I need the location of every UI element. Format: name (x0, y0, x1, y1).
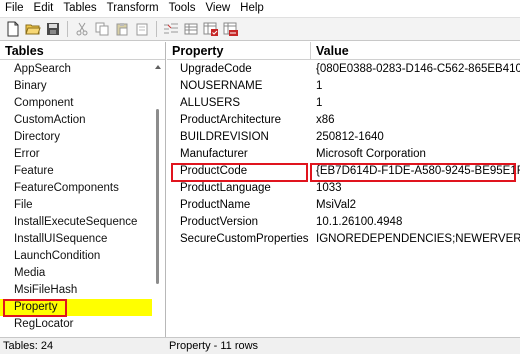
value-cell[interactable]: IGNOREDEPENDENCIES;NEWERVERSIONDETECTED (311, 231, 520, 248)
table-icon[interactable] (181, 20, 201, 38)
column-headers: Property Value (167, 42, 520, 60)
value-cell[interactable]: Microsoft Corporation (311, 146, 520, 163)
tables-scrollbar[interactable] (153, 61, 163, 337)
cut-icon[interactable] (72, 20, 92, 38)
toolbar (0, 17, 520, 41)
tables-list: AppSearch Binary Component CustomAction … (0, 61, 152, 333)
value-cell[interactable]: 250812-1640 (311, 129, 520, 146)
table-row[interactable]: ALLUSERS 1 (167, 95, 520, 112)
list-item[interactable]: Directory (0, 129, 152, 146)
menu-tables[interactable]: Tables (58, 0, 101, 17)
value-cell[interactable]: 1 (311, 78, 520, 95)
value-cell[interactable]: {EB7D614D-F1DE-A580-9245-BE95E1F39CAA} (311, 163, 520, 180)
menu-edit[interactable]: Edit (29, 0, 59, 17)
list-item[interactable]: File (0, 197, 152, 214)
column-header-value[interactable]: Value (311, 42, 520, 60)
scrollbar-thumb[interactable] (156, 109, 159, 284)
menu-tools[interactable]: Tools (164, 0, 201, 17)
delete-icon[interactable] (132, 20, 152, 38)
table-row[interactable]: ProductVersion 10.1.26100.4948 (167, 214, 520, 231)
menu-file[interactable]: File (0, 0, 29, 17)
scroll-up-icon[interactable] (154, 63, 162, 71)
table-row-product-code[interactable]: ProductCode {EB7D614D-F1DE-A580-9245-BE9… (167, 163, 520, 182)
tables-header: Tables (0, 42, 165, 60)
table-row[interactable]: ProductArchitecture x86 (167, 112, 520, 129)
value-cell[interactable]: 10.1.26100.4948 (311, 214, 520, 231)
property-cell[interactable]: NOUSERNAME (167, 78, 311, 95)
property-cell[interactable]: ALLUSERS (167, 95, 311, 112)
list-item[interactable]: MsiFileHash (0, 282, 152, 299)
menu-bar: File Edit Tables Transform Tools View He… (0, 0, 520, 17)
status-rows-count: Property - 11 rows (169, 340, 259, 352)
list-item[interactable]: AppSearch (0, 61, 152, 78)
list-item[interactable]: InstallExecuteSequence (0, 214, 152, 231)
property-cell[interactable]: ProductArchitecture (167, 112, 311, 129)
list-item[interactable]: FeatureComponents (0, 180, 152, 197)
tables-icon[interactable] (161, 20, 181, 38)
property-cell[interactable]: SecureCustomProperties (167, 231, 311, 248)
list-item[interactable]: LaunchCondition (0, 248, 152, 265)
list-item[interactable]: Media (0, 265, 152, 282)
table-row[interactable]: UpgradeCode {080E0388-0283-D146-C562-865… (167, 61, 520, 78)
table-row[interactable]: NOUSERNAME 1 (167, 78, 520, 95)
list-item[interactable]: CustomAction (0, 112, 152, 129)
menu-view[interactable]: View (200, 0, 235, 17)
toolbar-separator (156, 21, 157, 37)
property-cell[interactable]: ProductCode (167, 163, 311, 180)
table-rows: UpgradeCode {080E0388-0283-D146-C562-865… (167, 61, 520, 248)
tables-pane: Tables AppSearch Binary Component Custom… (0, 42, 166, 337)
value-cell[interactable]: x86 (311, 112, 520, 129)
menu-help[interactable]: Help (235, 0, 269, 17)
status-bar: Tables: 24 Property - 11 rows (0, 337, 520, 354)
value-cell[interactable]: 1 (311, 95, 520, 112)
list-item[interactable]: Component (0, 95, 152, 112)
property-cell[interactable]: BUILDREVISION (167, 129, 311, 146)
toolbar-separator (67, 21, 68, 37)
validate-icon[interactable] (201, 20, 221, 38)
table-row[interactable]: ProductName MsiVal2 (167, 197, 520, 214)
property-table: Property Value UpgradeCode {080E0388-028… (167, 42, 520, 337)
list-item[interactable]: Feature (0, 163, 152, 180)
table-row[interactable]: SecureCustomProperties IGNOREDEPENDENCIE… (167, 231, 520, 248)
property-cell[interactable]: ProductLanguage (167, 180, 311, 197)
value-cell[interactable]: 1033 (311, 180, 520, 197)
list-item-selected[interactable]: Property (0, 299, 152, 317)
selected-table-label: Property (14, 301, 58, 313)
property-cell[interactable]: Manufacturer (167, 146, 311, 163)
value-cell[interactable]: MsiVal2 (311, 197, 520, 214)
property-cell[interactable]: ProductName (167, 197, 311, 214)
save-icon[interactable] (43, 20, 63, 38)
export-icon[interactable] (221, 20, 241, 38)
status-tables-count: Tables: 24 (3, 340, 54, 352)
value-cell[interactable]: {080E0388-0283-D146-C562-865EB410C30D} (311, 61, 520, 78)
list-item[interactable]: Binary (0, 78, 152, 95)
property-cell[interactable]: ProductVersion (167, 214, 311, 231)
copy-icon[interactable] (92, 20, 112, 38)
table-row[interactable]: BUILDREVISION 250812-1640 (167, 129, 520, 146)
menu-transform[interactable]: Transform (102, 0, 164, 17)
list-item[interactable]: InstallUISequence (0, 231, 152, 248)
table-row[interactable]: Manufacturer Microsoft Corporation (167, 146, 520, 163)
open-folder-icon[interactable] (23, 20, 43, 38)
list-item[interactable]: Error (0, 146, 152, 163)
paste-icon[interactable] (112, 20, 132, 38)
list-item[interactable]: RegLocator (0, 316, 152, 333)
table-row[interactable]: ProductLanguage 1033 (167, 180, 520, 197)
new-file-icon[interactable] (3, 20, 23, 38)
property-cell[interactable]: UpgradeCode (167, 61, 311, 78)
column-header-property[interactable]: Property (167, 42, 311, 60)
